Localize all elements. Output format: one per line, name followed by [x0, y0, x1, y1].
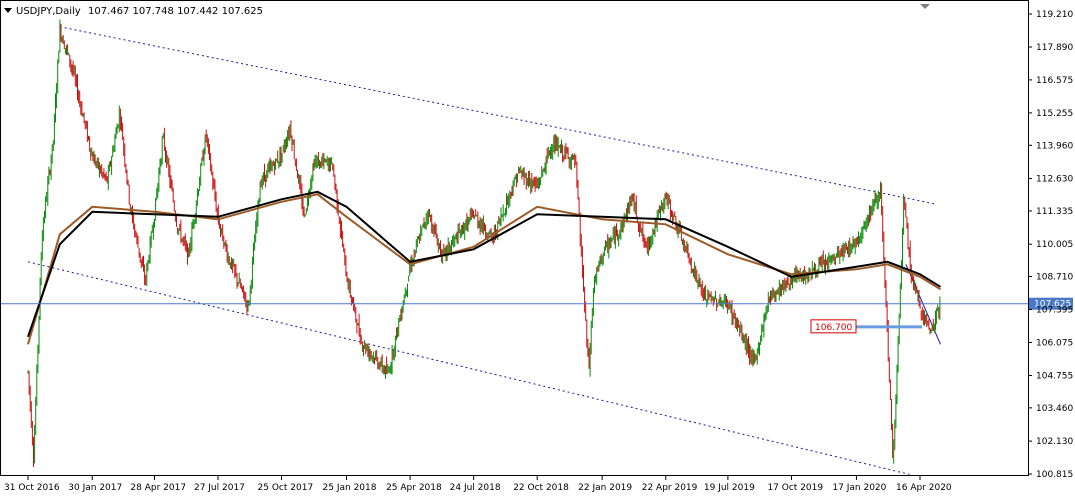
time-tick-label: 25 Apr 2018	[386, 483, 442, 493]
price-tick-label: 111.335	[1036, 207, 1073, 217]
chart-header: USDJPY,Daily 107.467 107.748 107.442 107…	[4, 6, 263, 17]
time-tick-label: 19 Jul 2019	[704, 483, 755, 493]
price-tick-label: 115.255	[1036, 109, 1073, 119]
chart-canvas[interactable]: USDJPY,Daily 107.467 107.748 107.442 107…	[0, 0, 1075, 498]
ohlc-readout: 107.467 107.748 107.442 107.625	[88, 6, 263, 17]
price-tick-label: 119.210	[1036, 10, 1073, 20]
price-tick-label: 113.960	[1036, 141, 1073, 151]
price-tick-label: 103.460	[1036, 404, 1073, 414]
price-tick-label: 102.130	[1036, 437, 1073, 447]
time-tick-label: 28 Apr 2017	[130, 483, 186, 493]
time-tick-label: 31 Oct 2016	[4, 483, 60, 493]
time-tick-label: 30 Jan 2017	[68, 483, 122, 493]
price-tick-label: 107.395	[1036, 305, 1073, 315]
time-tick-label: 22 Apr 2019	[642, 483, 698, 493]
time-tick-label: 17 Jan 2020	[832, 483, 886, 493]
price-tick-label: 108.710	[1036, 273, 1073, 283]
symbol-timeframe: USDJPY,Daily	[16, 6, 81, 17]
price-tick-label: 117.890	[1036, 43, 1073, 53]
level-tag-label: 106.700	[815, 323, 852, 333]
time-tick-label: 25 Oct 2017	[258, 483, 314, 493]
time-tick-label: 16 Apr 2020	[896, 483, 952, 493]
price-tick-label: 100.815	[1036, 470, 1073, 480]
time-axis[interactable]: 31 Oct 2016 30 Jan 2017 28 Apr 2017 27 Jul …	[4, 476, 952, 493]
price-tick-label: 112.630	[1036, 175, 1073, 185]
time-tick-label: 24 Jul 2018	[450, 483, 501, 493]
plot-frame	[0, 0, 1029, 476]
time-tick-label: 25 Jan 2018	[323, 483, 377, 493]
price-tick-label: 116.575	[1036, 76, 1073, 86]
time-tick-label: 22 Jan 2019	[578, 483, 632, 493]
price-tick-label: 110.005	[1036, 240, 1073, 250]
price-tick-label: 104.755	[1036, 371, 1073, 381]
usdjpy-daily-chart[interactable]: USDJPY,Daily 107.467 107.748 107.442 107…	[0, 0, 1075, 498]
time-tick-label: 22 Oct 2018	[513, 483, 569, 493]
time-tick-label: 17 Oct 2019	[767, 483, 823, 493]
price-tick-label: 106.075	[1036, 338, 1073, 348]
time-tick-label: 27 Jul 2017	[194, 483, 245, 493]
